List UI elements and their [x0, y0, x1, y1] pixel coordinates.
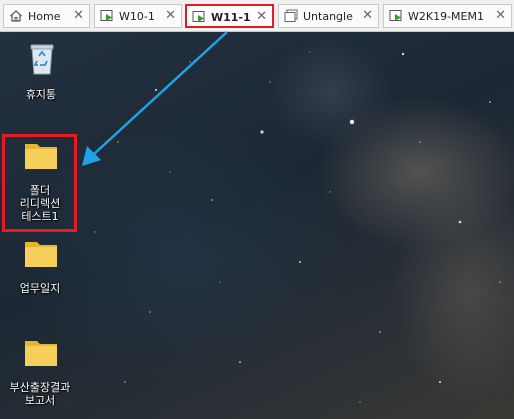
folder-icon — [25, 242, 57, 267]
vm-running-icon — [192, 11, 205, 22]
tab-w10-1[interactable]: W10-1 ✕ — [94, 4, 182, 28]
tab-home[interactable]: Home ✕ — [3, 4, 90, 28]
close-icon[interactable]: ✕ — [495, 8, 506, 24]
desktop-icon-label: 업무일지 — [19, 282, 61, 295]
tab-w11-1[interactable]: W11-1 ✕ — [185, 4, 274, 28]
close-icon[interactable]: ✕ — [256, 9, 267, 25]
close-icon[interactable]: ✕ — [73, 8, 84, 24]
highlight-box — [2, 134, 77, 232]
close-icon[interactable]: ✕ — [362, 8, 373, 24]
desktop-icon-label: 휴지통 — [25, 88, 57, 101]
vm-tab-bar: Home ✕ W10-1 ✕ W11-1 ✕ Untangle ✕ W2K19-… — [0, 0, 514, 32]
guest-desktop[interactable]: 휴지통 폴더 리디렉션 테스트1 업무일지 부산출장결과 보고서 — [0, 32, 514, 419]
starfield-wallpaper — [94, 51, 501, 403]
desktop-icon-work-log[interactable]: 업무일지 — [7, 236, 73, 302]
home-icon — [10, 10, 22, 22]
vm-running-icon — [389, 10, 402, 21]
recycle-bin-icon — [30, 44, 54, 75]
tab-w2k19-mem1-label: W2K19-MEM1 — [408, 10, 484, 23]
close-icon[interactable]: ✕ — [165, 8, 176, 24]
desktop-icon-label: 부산출장결과 보고서 — [7, 381, 73, 407]
tab-w10-1-label: W10-1 — [119, 10, 155, 23]
vm-running-icon — [100, 10, 113, 21]
tab-untangle-label: Untangle — [303, 10, 353, 23]
label-line: 부산출장결과 — [9, 381, 71, 394]
folder-icon — [25, 341, 57, 366]
vm-stopped-icon — [284, 9, 298, 22]
desktop-icon-busan-trip-report[interactable]: 부산출장결과 보고서 — [7, 335, 73, 415]
tab-home-label: Home — [28, 10, 61, 23]
tab-w2k19-mem1[interactable]: W2K19-MEM1 ✕ — [383, 4, 512, 28]
desktop-icon-recycle-bin[interactable]: 휴지통 — [8, 42, 74, 108]
tab-untangle[interactable]: Untangle ✕ — [278, 4, 379, 28]
tab-w11-1-label: W11-1 — [211, 11, 251, 24]
label-line: 보고서 — [24, 394, 56, 407]
